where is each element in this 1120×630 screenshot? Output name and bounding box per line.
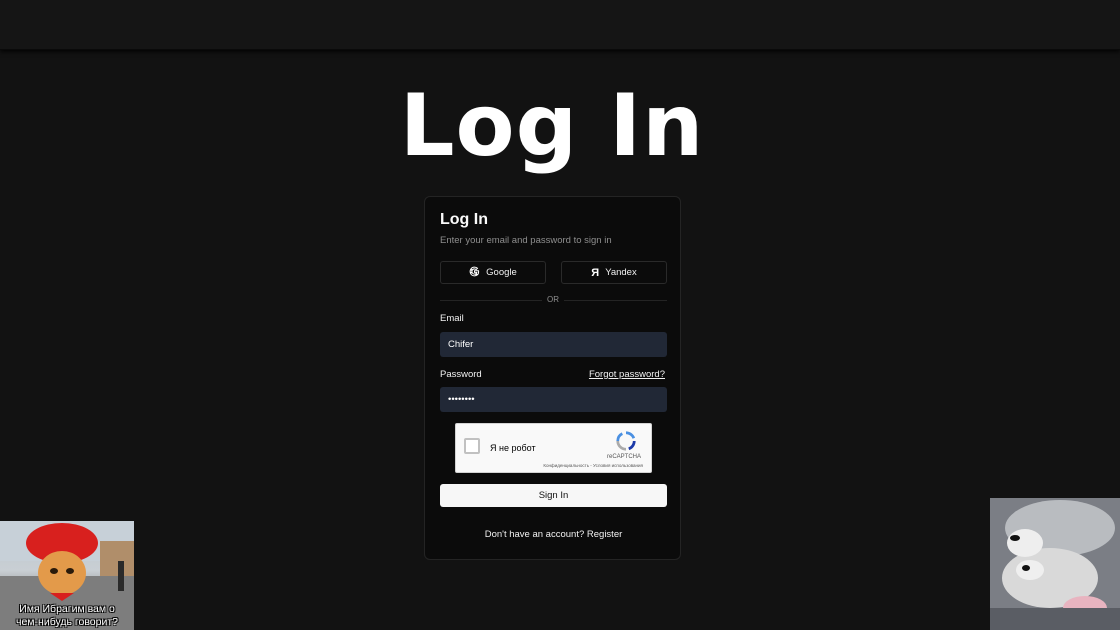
- password-field[interactable]: ••••••••: [440, 387, 667, 412]
- recaptcha-logo-icon: [616, 431, 636, 451]
- register-prompt: Don't have an account? Register: [425, 529, 682, 540]
- forgot-password-link[interactable]: Forgot password?: [589, 369, 665, 380]
- sleeping-opossum-picture: [990, 498, 1120, 630]
- meme-caption-line-2: чем-нибудь говорит?: [16, 616, 118, 628]
- login-page: Log In Log In Enter your email and passw…: [0, 0, 1120, 630]
- divider-label: OR: [542, 295, 564, 304]
- recaptcha-terms-link[interactable]: Конфиденциальность - Условия использован…: [543, 463, 643, 468]
- recaptcha-brand: reCAPTCHA: [606, 454, 641, 460]
- opossum-image: [990, 498, 1120, 630]
- google-button-label: Google: [486, 267, 517, 278]
- cat-meme-image: Имя Ибрагим вам о чем-нибудь говорит?: [0, 521, 134, 630]
- register-link[interactable]: Register: [587, 529, 622, 540]
- email-label: Email: [440, 313, 464, 324]
- register-prompt-text: Don't have an account?: [484, 529, 585, 540]
- sign-in-button[interactable]: Sign In: [440, 484, 667, 507]
- yandex-button-label: Yandex: [605, 267, 637, 278]
- page-title: Log In: [399, 76, 705, 176]
- meme-caption-line-1: Имя Ибрагим вам о: [19, 603, 115, 615]
- recaptcha-label: Я не робот: [490, 443, 536, 453]
- password-label: Password: [440, 369, 482, 380]
- login-card: Log In Enter your email and password to …: [424, 196, 681, 560]
- google-login-button[interactable]: Google: [440, 261, 546, 284]
- top-navbar: [0, 0, 1120, 50]
- card-subtitle: Enter your email and password to sign in: [440, 235, 612, 246]
- email-field[interactable]: Chifer: [440, 332, 667, 357]
- google-icon: [469, 266, 480, 280]
- card-title: Log In: [440, 211, 488, 228]
- yandex-icon: Я: [591, 266, 600, 279]
- recaptcha-checkbox[interactable]: [464, 438, 480, 454]
- recaptcha-widget: Я не робот reCAPTCHA Конфиденциальность …: [455, 423, 652, 473]
- meme-caption: Имя Ибрагим вам о чем-нибудь говорит?: [0, 603, 134, 629]
- yandex-login-button[interactable]: Я Yandex: [561, 261, 667, 284]
